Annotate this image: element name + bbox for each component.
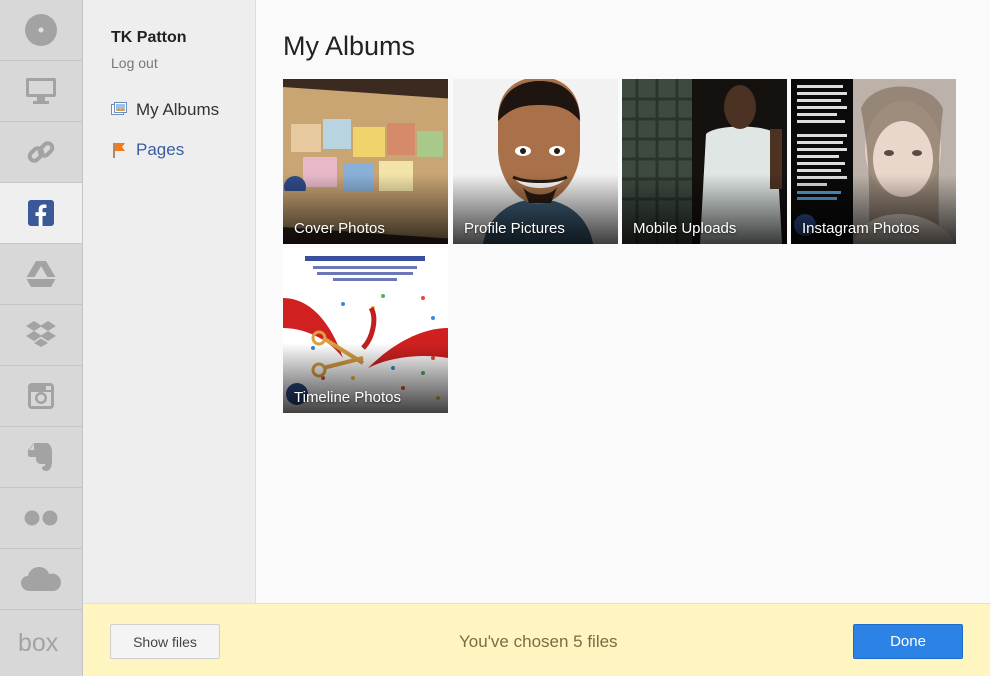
album-title: Timeline Photos xyxy=(294,389,401,406)
album-tile-mobile-uploads[interactable]: Mobile Uploads xyxy=(622,79,787,244)
service-onedrive[interactable] xyxy=(0,549,82,610)
drive-icon xyxy=(26,261,56,287)
service-evernote[interactable] xyxy=(0,427,82,488)
service-local-device[interactable] xyxy=(0,0,82,61)
page-title: My Albums xyxy=(283,31,416,61)
photo-album-icon xyxy=(111,102,127,118)
service-dropbox[interactable] xyxy=(0,305,82,366)
monitor-icon xyxy=(26,78,56,104)
album-tile-cover-photos[interactable]: Cover Photos xyxy=(283,79,448,244)
nav-my-albums-label: My Albums xyxy=(136,100,220,119)
done-button[interactable]: Done xyxy=(853,624,963,659)
link-icon xyxy=(27,141,55,163)
album-title: Mobile Uploads xyxy=(633,220,737,237)
flickr-icon xyxy=(24,510,58,526)
logout-link[interactable]: Log out xyxy=(111,55,158,71)
albums-panel: My Albums Cover Photos Profile Pictures … xyxy=(256,0,990,603)
flag-icon xyxy=(111,142,127,158)
service-flickr[interactable] xyxy=(0,488,82,549)
service-facebook[interactable] xyxy=(0,183,82,244)
service-instagram[interactable] xyxy=(0,366,82,427)
disc-icon xyxy=(25,14,57,46)
show-files-button[interactable]: Show files xyxy=(110,624,220,659)
service-google-drive[interactable] xyxy=(0,244,82,305)
service-link[interactable] xyxy=(0,122,82,183)
album-title: Profile Pictures xyxy=(464,220,565,237)
facebook-icon xyxy=(28,200,54,226)
album-tile-profile-pictures[interactable]: Profile Pictures xyxy=(453,79,618,244)
album-title: Cover Photos xyxy=(294,220,385,237)
dropbox-icon xyxy=(26,321,56,347)
service-box[interactable]: box xyxy=(0,610,82,676)
account-sidebar: TK Patton Log out My Albums Pages xyxy=(83,0,256,603)
selection-status: You've chosen 5 files xyxy=(459,632,618,651)
instagram-icon xyxy=(28,383,54,409)
nav-my-albums[interactable]: My Albums xyxy=(111,100,219,120)
user-name: TK Patton xyxy=(111,29,187,46)
service-computer[interactable] xyxy=(0,61,82,122)
album-tile-instagram-photos[interactable]: Instagram Photos xyxy=(791,79,956,244)
box-logo: box xyxy=(18,630,59,656)
evernote-icon xyxy=(28,443,52,471)
cloud-icon xyxy=(21,567,61,591)
service-rail: box xyxy=(0,0,83,676)
svg-text:box: box xyxy=(18,630,59,656)
selection-footer: Show files You've chosen 5 files Done xyxy=(83,603,990,676)
nav-pages[interactable]: Pages xyxy=(111,140,184,160)
album-tile-timeline-photos[interactable]: Timeline Photos xyxy=(283,248,448,413)
album-title: Instagram Photos xyxy=(802,220,920,237)
nav-pages-label: Pages xyxy=(136,140,185,159)
